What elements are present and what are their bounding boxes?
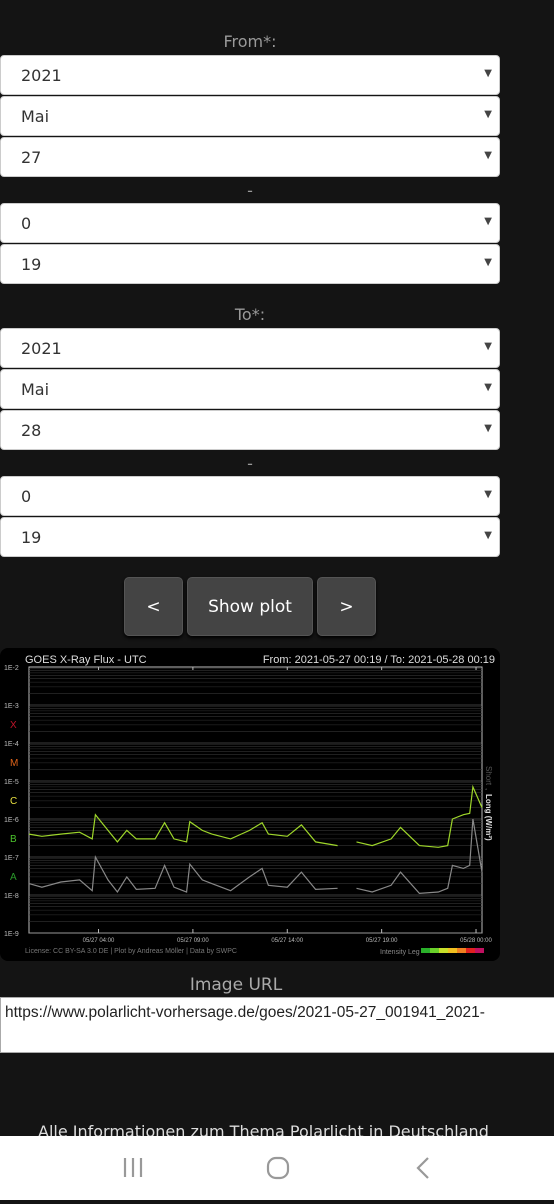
flare-class-label: B xyxy=(10,834,17,845)
chart-range: From: 2021-05-27 00:19 / To: 2021-05-28 … xyxy=(263,654,495,666)
y-tick-label: 1E-4 xyxy=(4,741,19,748)
from-day-select[interactable]: 27 ▼ xyxy=(0,137,500,177)
image-url-field[interactable]: https://www.polarlicht-vorhersage.de/goe… xyxy=(0,997,554,1053)
from-year-value: 2021 xyxy=(21,66,62,85)
y-tick-label: 1E-9 xyxy=(4,931,19,938)
to-day-select[interactable]: 28 ▼ xyxy=(0,410,500,450)
from-hour-value: 0 xyxy=(21,214,32,233)
from-month-value: Mai xyxy=(21,107,50,126)
home-icon[interactable] xyxy=(266,1156,290,1180)
flare-class-label: C xyxy=(10,796,17,807)
y-tick-label: 1E-3 xyxy=(4,703,19,710)
to-month-value: Mai xyxy=(21,380,50,399)
to-label: To*: xyxy=(234,305,266,324)
to-year-value: 2021 xyxy=(21,339,62,358)
intensity-legend-swatch xyxy=(448,948,457,953)
flare-class-label: X xyxy=(10,720,17,731)
x-tick-label: 05/28 00:00 xyxy=(460,938,492,944)
from-minute-value: 19 xyxy=(21,255,42,274)
intensity-legend-swatch xyxy=(430,948,439,953)
y-label-long: Long (W/m²) xyxy=(484,794,493,841)
x-tick-label: 05/27 04:00 xyxy=(83,938,115,944)
dropdown-arrow-icon: ▼ xyxy=(484,423,492,434)
intensity-legend-swatch xyxy=(439,948,448,953)
dropdown-arrow-icon: ▼ xyxy=(484,109,492,120)
y-tick-label: 1E-5 xyxy=(4,779,19,786)
show-plot-button[interactable]: Show plot xyxy=(187,577,313,636)
goes-xray-chart: GOES X-Ray Flux - UTC From: 2021-05-27 0… xyxy=(0,648,500,961)
dropdown-arrow-icon: ▼ xyxy=(484,341,492,352)
dropdown-arrow-icon: ▼ xyxy=(484,68,492,79)
dropdown-arrow-icon: ▼ xyxy=(484,150,492,161)
next-button[interactable]: > xyxy=(317,577,376,636)
intensity-legend-swatch xyxy=(475,948,484,953)
dropdown-arrow-icon: ▼ xyxy=(484,216,492,227)
y-tick-label: 1E-2 xyxy=(4,665,19,672)
chart-title: GOES X-Ray Flux - UTC xyxy=(25,654,147,666)
to-minute-value: 19 xyxy=(21,528,42,547)
y-label-sep: , xyxy=(484,788,493,790)
intensity-legend-label: Intensity Leg xyxy=(380,949,420,956)
android-nav-bar xyxy=(0,1136,554,1200)
to-hour-value: 0 xyxy=(21,487,32,506)
image-url-label: Image URL xyxy=(189,975,283,995)
dropdown-arrow-icon: ▼ xyxy=(484,489,492,500)
intensity-legend-swatch xyxy=(457,948,466,953)
intensity-legend-swatch xyxy=(421,948,430,953)
dropdown-arrow-icon: ▼ xyxy=(484,257,492,268)
separator: - xyxy=(247,454,253,473)
flare-class-label: M xyxy=(10,758,18,769)
from-hour-select[interactable]: 0 ▼ xyxy=(0,203,500,243)
chart-license: License: CC BY-SA 3.0 DE | Plot by Andre… xyxy=(25,948,237,955)
intensity-legend-swatch xyxy=(466,948,475,953)
to-day-value: 28 xyxy=(21,421,42,440)
to-month-select[interactable]: Mai ▼ xyxy=(0,369,500,409)
previous-button[interactable]: < xyxy=(124,577,183,636)
to-hour-select[interactable]: 0 ▼ xyxy=(0,476,500,516)
flare-class-label: A xyxy=(10,872,17,883)
from-day-value: 27 xyxy=(21,148,42,167)
dropdown-arrow-icon: ▼ xyxy=(484,530,492,541)
from-label: From*: xyxy=(223,32,277,51)
from-year-select[interactable]: 2021 ▼ xyxy=(0,55,500,95)
x-tick-label: 05/27 14:00 xyxy=(271,938,303,944)
recent-apps-icon[interactable] xyxy=(123,1158,143,1177)
x-tick-label: 05/27 09:00 xyxy=(177,938,209,944)
separator: - xyxy=(247,181,253,200)
to-year-select[interactable]: 2021 ▼ xyxy=(0,328,500,368)
y-tick-label: 1E-8 xyxy=(4,893,19,900)
x-tick-label: 05/27 19:00 xyxy=(366,938,398,944)
y-tick-label: 1E-6 xyxy=(4,817,19,824)
to-minute-select[interactable]: 19 ▼ xyxy=(0,517,500,557)
from-minute-select[interactable]: 19 ▼ xyxy=(0,244,500,284)
dropdown-arrow-icon: ▼ xyxy=(484,382,492,393)
from-month-select[interactable]: Mai ▼ xyxy=(0,96,500,136)
back-icon[interactable] xyxy=(416,1157,429,1179)
y-label-short: Short xyxy=(484,766,493,786)
y-tick-label: 1E-7 xyxy=(4,855,19,862)
